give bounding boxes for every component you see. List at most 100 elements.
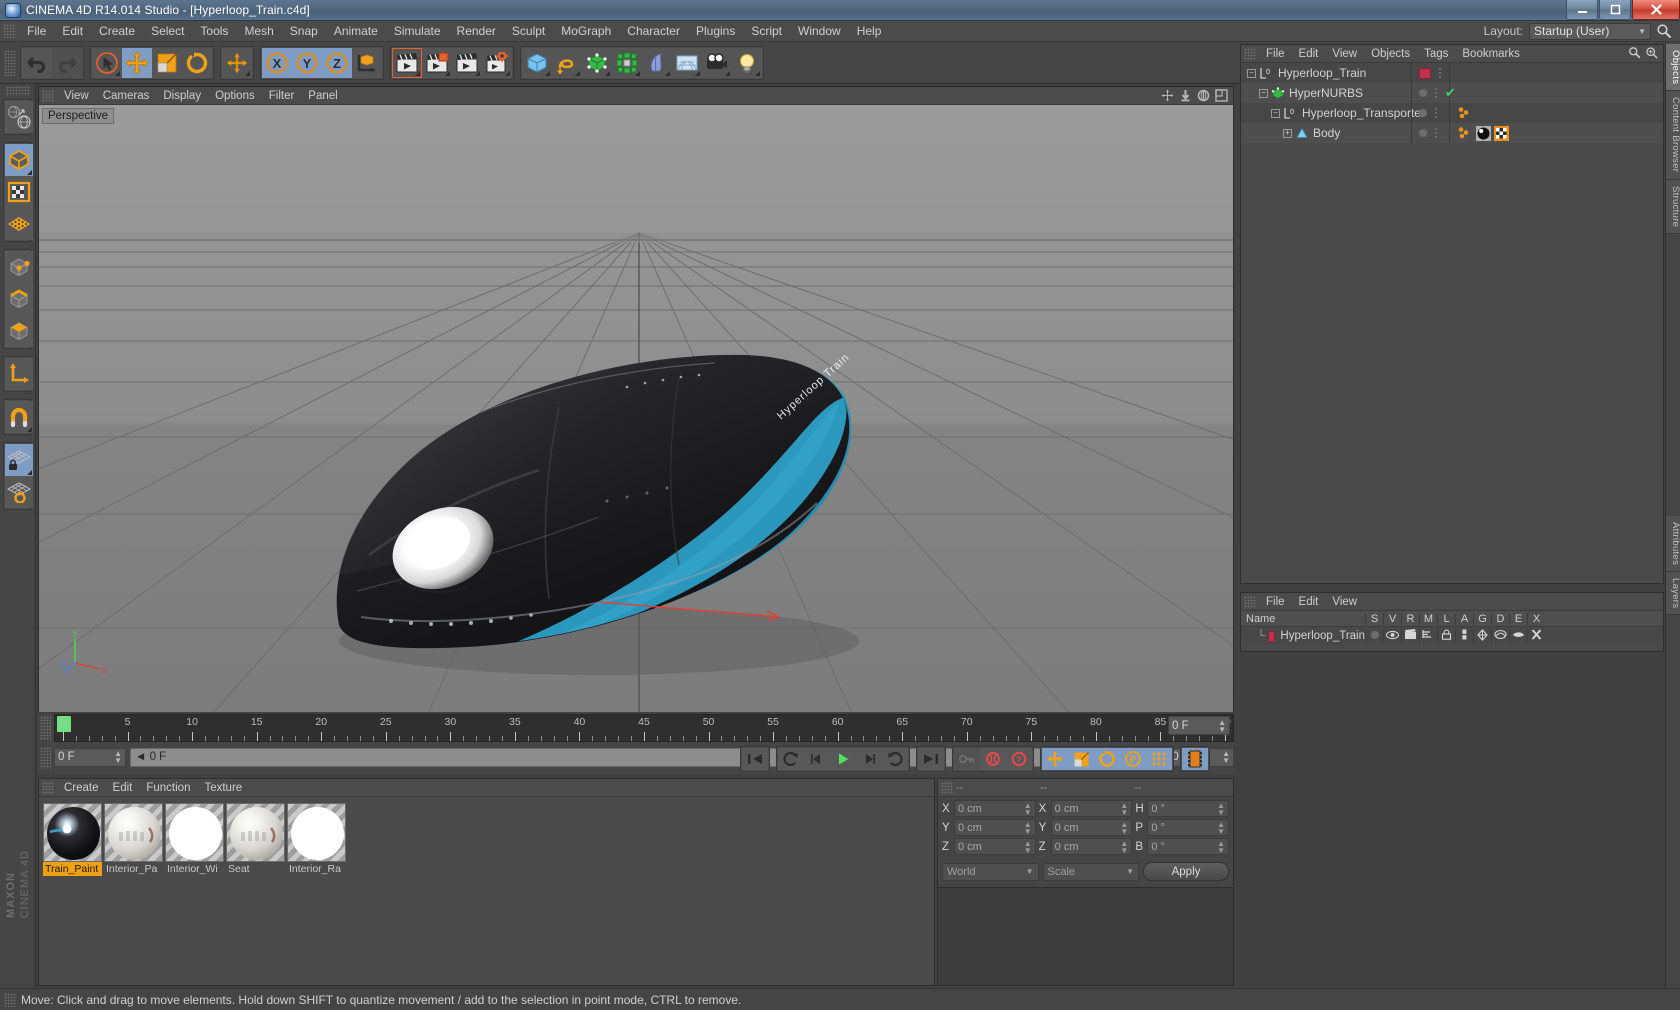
object-menu-tags[interactable]: Tags (1417, 47, 1455, 61)
orange-dots-icon[interactable] (1457, 106, 1473, 120)
go-to-start-button[interactable] (742, 748, 768, 770)
spinner-icon[interactable]: ▲ ▼ (1120, 820, 1128, 835)
material-menu-create[interactable]: Create (57, 781, 106, 795)
add-nurbs-object[interactable] (582, 47, 612, 78)
menu-script[interactable]: Script (743, 22, 790, 40)
y-axis-lock[interactable]: Y (292, 47, 322, 78)
coord-field-z-size[interactable]: 0 cm ▲ ▼ (1050, 838, 1133, 855)
viewport-menu-cameras[interactable]: Cameras (96, 89, 157, 103)
points-grid-mode-button[interactable] (5, 208, 33, 240)
model-mode-button[interactable] (5, 144, 33, 176)
spinner-icon[interactable]: ▲ ▼ (1120, 801, 1128, 816)
viewport-menu-grip[interactable] (42, 89, 54, 102)
coord-field-y-pos[interactable]: 0 cm ▲ ▼ (954, 819, 1036, 836)
material-name[interactable]: Train_Paint (43, 862, 102, 876)
world-object-axis-tool[interactable] (222, 47, 252, 78)
expand-toggle-icon[interactable]: + (1283, 128, 1292, 138)
edge-mode-button[interactable] (5, 283, 33, 315)
polygon-mode-button[interactable] (5, 315, 33, 347)
magnifier-icon[interactable] (1645, 46, 1658, 62)
material-name[interactable]: Interior_Pa (104, 862, 163, 876)
object-row-hyperloop-transporter[interactable]: − 0 Hyperloop_Transporter (1241, 103, 1663, 123)
layer-deformer-toggle[interactable] (1491, 629, 1509, 643)
object-visibility-dot[interactable] (1419, 109, 1427, 117)
search-icon[interactable] (1628, 46, 1641, 62)
layer-col-s[interactable]: S (1365, 612, 1383, 625)
layer-menu-file[interactable]: File (1259, 595, 1292, 609)
seat-swatch[interactable] (226, 803, 285, 862)
autokeying-button[interactable] (980, 748, 1006, 770)
rotate-tool[interactable] (182, 47, 212, 78)
expand-toggle-icon[interactable]: − (1247, 68, 1256, 78)
object-menu-file[interactable]: File (1259, 47, 1292, 61)
spinner-icon[interactable]: ▲ ▼ (1024, 820, 1032, 835)
coord-field-x-size[interactable]: 0 cm ▲ ▼ (1050, 800, 1133, 817)
material-tag-icon[interactable] (1476, 125, 1491, 141)
layer-animation-toggle[interactable] (1455, 629, 1473, 643)
layer-col-d[interactable]: D (1491, 612, 1509, 625)
go-to-end-button[interactable] (918, 748, 944, 770)
keyframe-selection-button[interactable]: ? (1006, 748, 1032, 770)
orange-dots-icon[interactable] (1457, 126, 1473, 140)
menu-window[interactable]: Window (790, 22, 849, 40)
live-selection-tool[interactable] (92, 47, 122, 78)
material-name[interactable]: Seat (226, 862, 285, 876)
interior-panel-swatch[interactable] (104, 803, 163, 862)
object-manager-grip[interactable] (1244, 47, 1256, 60)
record-scale-button[interactable] (1068, 748, 1094, 770)
axis-mode-button[interactable] (5, 358, 33, 390)
expand-toggle-icon[interactable]: − (1271, 108, 1280, 118)
object-enabled-check-icon[interactable]: ✔ (1445, 86, 1456, 99)
move-tool[interactable] (122, 47, 152, 78)
undo-button[interactable] (22, 47, 52, 78)
menu-create[interactable]: Create (91, 22, 143, 40)
dock-tab-content-browser[interactable]: Content Browser (1666, 91, 1680, 180)
play-forward-button[interactable] (830, 748, 856, 770)
z-axis-lock[interactable]: Z (322, 47, 352, 78)
coord-field-z-pos[interactable]: 0 cm ▲ ▼ (954, 838, 1036, 855)
play-reverse-button[interactable] (778, 748, 804, 770)
timeline-grip[interactable] (40, 716, 51, 740)
spinner-icon[interactable]: ▲ ▼ (1024, 839, 1032, 854)
spinner-icon[interactable]: ▲ ▼ (114, 750, 122, 765)
close-button[interactable] (1632, 0, 1680, 20)
record-position-button[interactable] (1042, 748, 1068, 770)
layer-menu-view[interactable]: View (1325, 595, 1364, 609)
layer-manager-grip[interactable] (1244, 595, 1256, 608)
step-forward-button[interactable] (856, 748, 882, 770)
render-region-button[interactable] (422, 47, 452, 78)
record-parameter-button[interactable]: P (1120, 748, 1146, 770)
record-rotation-button[interactable] (1094, 748, 1120, 770)
lock-workplane-button[interactable] (5, 444, 33, 476)
layer-color-swatch[interactable] (1268, 630, 1276, 642)
uvw-tag-icon[interactable] (1494, 125, 1509, 141)
right-frame-field[interactable]: 0 F ▲ ▼ (1168, 716, 1230, 735)
material-item[interactable]: Interior_Ra (287, 803, 346, 876)
interior-rail-swatch[interactable] (287, 803, 346, 862)
viewport-menu-options[interactable]: Options (208, 89, 262, 103)
material-menu-texture[interactable]: Texture (197, 781, 249, 795)
layer-col-a[interactable]: A (1455, 612, 1473, 625)
render-view-button[interactable] (392, 47, 422, 78)
material-item[interactable]: Train_Paint (43, 803, 102, 876)
add-environment-object[interactable] (672, 47, 702, 78)
make-editable-button[interactable] (5, 101, 33, 133)
coord-field-p-rot[interactable]: 0 ° ▲ ▼ (1147, 819, 1230, 836)
left-toolbar-grip[interactable] (5, 86, 30, 96)
layer-xref-toggle[interactable] (1527, 629, 1545, 643)
material-menu-edit[interactable]: Edit (106, 781, 140, 795)
material-item[interactable]: Interior_Pa (104, 803, 163, 876)
material-item[interactable]: Seat (226, 803, 285, 876)
viewport-menu-display[interactable]: Display (156, 89, 208, 103)
viewport-menu-filter[interactable]: Filter (262, 89, 302, 103)
menu-character[interactable]: Character (619, 22, 688, 40)
spinner-icon[interactable]: ▲ ▼ (1024, 801, 1032, 816)
layer-manager-toggle[interactable] (1419, 629, 1437, 643)
menu-grip[interactable] (3, 24, 16, 38)
material-manager-grip[interactable] (42, 781, 54, 794)
layer-solo-toggle[interactable] (1365, 630, 1383, 642)
menu-select[interactable]: Select (143, 22, 192, 40)
coord-field-y-size[interactable]: 0 cm ▲ ▼ (1050, 819, 1133, 836)
menu-render[interactable]: Render (449, 22, 504, 40)
dock-tab-objects[interactable]: Objects (1666, 44, 1680, 92)
